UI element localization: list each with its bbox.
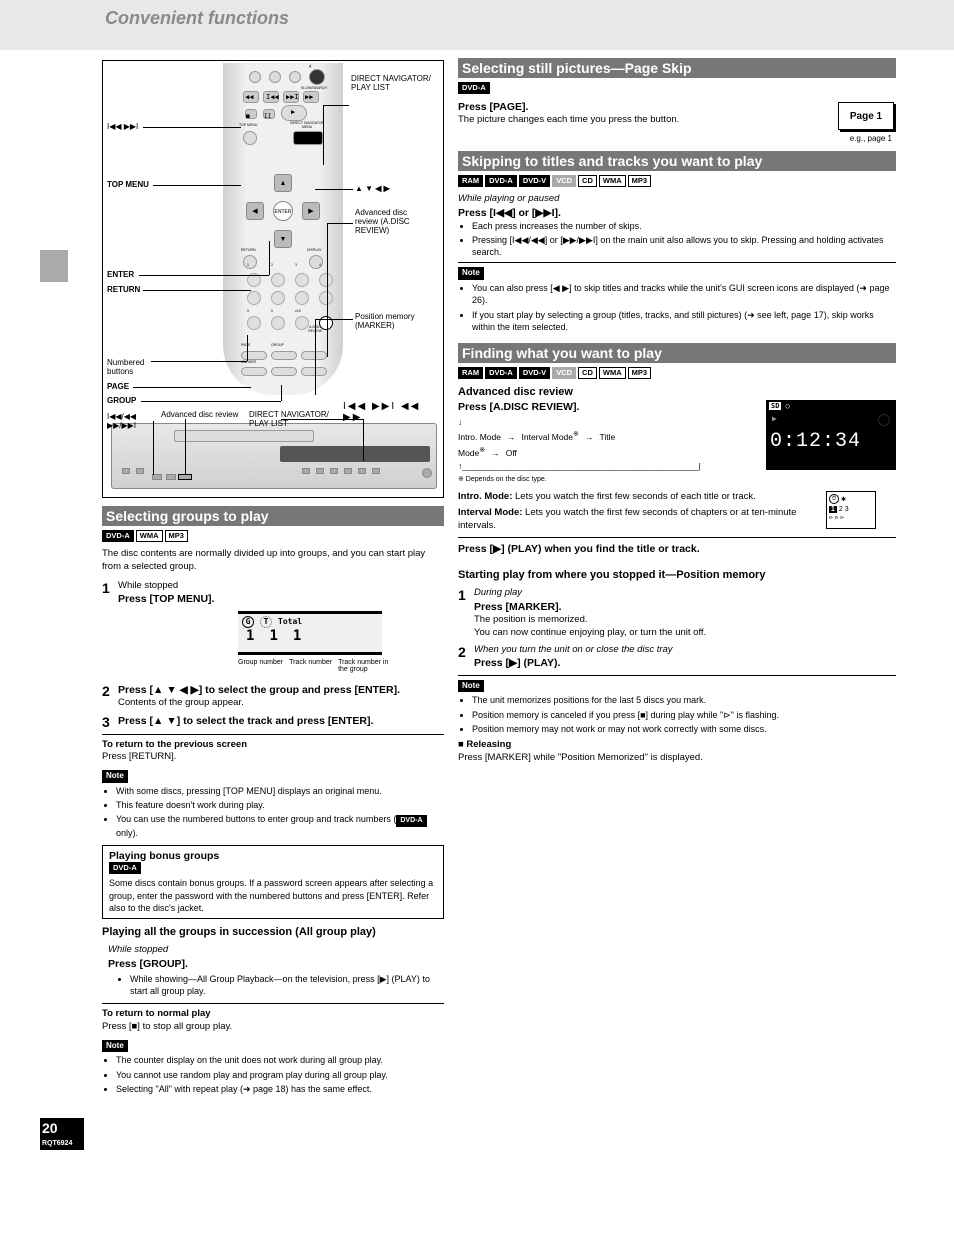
gd-label-trackgroup: Track number inthe group [338,659,388,673]
gd-label-group: Group number [238,659,283,673]
mode-chain: ↓ Intro. Mode→Interval Mode※→Title Mode※… [458,416,658,485]
down-icon: ▼ [280,236,287,243]
remote-diagram: ϕ ◀◀ I◀◀ ▶▶I ▶▶ SLOW/SEARCH ■ II ▶ [102,60,444,498]
note-item: With some discs, pressing [TOP MENU] dis… [116,785,444,797]
left-icon: ◀ [252,207,257,215]
step-topmenu: Press [TOP MENU]. [118,592,444,606]
disc-tags-still: DVD-A [458,82,896,94]
note-tag: Note [458,680,484,693]
allgroup-step: Press [GROUP]. [108,957,444,971]
adrp-label: Advanced discreview (A.DISCREVIEW) [355,209,433,235]
note-item: Selecting "All" with repeat play (➜ page… [116,1083,444,1095]
note-item: You cannot use random play and program p… [116,1069,444,1081]
bonus-title: Playing bonus groups [109,850,437,862]
skip-step: Press [I◀◀] or [▶▶I]. [458,206,896,220]
note-tag: Note [102,1040,128,1053]
group-display: G T Total 1 1 1 [238,611,382,655]
page-label: PAGE [107,383,129,392]
player-skip-label: I◀◀/◀◀▶▶/▶▶I [107,413,143,431]
marker-subtitle: Starting play from where you stopped it—… [458,568,896,583]
skip-bullet: Pressing [I◀◀/◀◀] or [▶▶/▶▶I] on the mai… [472,234,896,258]
adrp-display: SD○ ▶ 0:12:34 [766,400,896,470]
marker-label: Position memory(MARKER) [355,313,435,331]
note-tag: Note [102,770,128,783]
group-label-2: GROUP [107,397,136,406]
adrp-subtitle: Advanced disc review [458,385,896,400]
section-groups: Selecting groups to play [102,506,444,526]
section-adrp: Finding what you want to play [458,343,896,363]
player-adrp-label: Advanced disc review [161,411,241,420]
step-select-group: Press [▲ ▼ ◀ ▶] to select the group and … [118,683,444,697]
note-item: You can also press [◀ ▶] to skip titles … [472,282,896,306]
player-diagram [111,423,437,489]
disc-tags-adrp: RAM DVD-A DVD-V VCD CD WMA MP3 [458,367,896,379]
right-icon: ▶ [308,207,313,215]
groups-desc: The disc contents are normally divided u… [102,548,444,574]
note-item: Position memory may not work or may not … [472,723,896,735]
section-skip: Skipping to titles and tracks you want t… [458,151,896,171]
gd-label-track: Track number [289,659,332,673]
skip-bullet: Each press increases the number of skips… [472,220,896,232]
page-title: Convenient functions [105,8,954,29]
step-select-track: Press [▲ ▼] to select the track and pres… [118,714,444,730]
step-num: 3 [102,714,118,730]
up-icon: ▲ [280,180,287,187]
note-item: Position memory is canceled if you press… [472,709,896,721]
section-still: Selecting still pictures—Page Skip [458,58,896,78]
return-label: RETURN [107,286,140,295]
marker-step: Press [▶] (PLAY). [474,656,896,670]
bonus-text: Some discs contain bonus groups. If a pa… [109,877,437,913]
note-item: You can use the numbered buttons to ente… [116,813,444,839]
note-item: This feature doesn't work during play. [116,799,444,811]
step-num: 2 [102,683,118,710]
step-num: 1 [102,580,118,607]
note-item: If you start play by selecting a group (… [472,309,896,333]
page-number: 20 RQT6924 [40,1118,84,1150]
step-num: 1 [458,587,474,640]
arrows-label: ▲ ▼ ◀ ▶ [355,185,390,194]
marker-step: Press [MARKER]. [474,600,896,614]
skip-label: I◀◀ ▶▶I [107,123,147,132]
allgroup-bullet: While showing—All Group Playback—on the … [130,973,444,997]
disc-tags-groups: DVD-A WMA MP3 [102,530,444,542]
enter-label: ENTER [107,271,134,280]
step-num: 2 [458,644,474,671]
disc-tags-skip: RAM DVD-A DVD-V VCD CD WMA MP3 [458,175,896,187]
note-item: The counter display on the unit does not… [116,1054,444,1066]
page-display: Page 1 [838,102,894,130]
still-step: Press [PAGE]. [458,100,896,114]
marker-display: ⏱✱ 12 3 ⊳ ⊳ ⊳ [826,491,876,529]
side-tab [40,250,68,282]
note-item: The unit memorizes positions for the las… [472,694,896,706]
topmenu-label: TOP MENU [107,181,149,190]
note-tag: Note [458,267,484,280]
directnav-label: DIRECT NAVIGATOR/PLAY LIST [351,75,431,93]
allgroup-title: Playing all the groups in succession (Al… [102,925,444,940]
